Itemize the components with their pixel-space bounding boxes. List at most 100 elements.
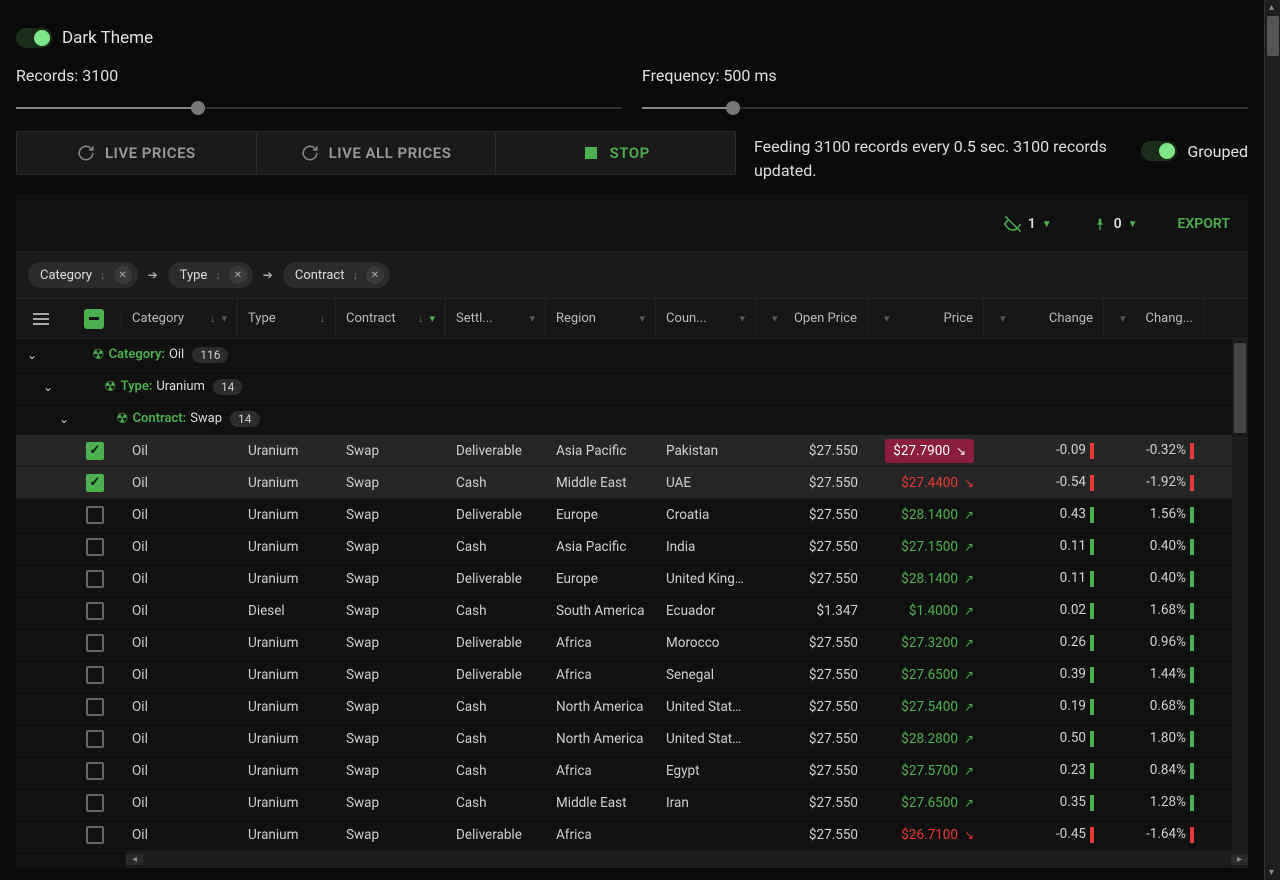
page-vertical-scrollbar[interactable]: ▴ ▾ [1264, 0, 1280, 880]
sort-icon[interactable]: ↓ [418, 312, 424, 325]
scroll-up-icon[interactable]: ▴ [1269, 2, 1274, 13]
cell-contract: Swap [336, 539, 446, 555]
scroll-right-icon[interactable]: ▸ [1231, 854, 1248, 865]
col-header-change-pct[interactable]: ▾Chang... [1104, 299, 1204, 338]
table-row[interactable]: OilUraniumSwapCashAsia PacificIndia$27.5… [16, 531, 1248, 563]
records-slider-handle[interactable] [191, 101, 205, 115]
row-checkbox[interactable] [86, 794, 104, 812]
cell-change-pct: 1.28% [1104, 794, 1204, 810]
cell-change: -0.45 [984, 826, 1104, 842]
row-checkbox[interactable] [86, 666, 104, 684]
table-row[interactable]: ✓OilUraniumSwapCashMiddle EastUAE$27.550… [16, 467, 1248, 499]
chip-label: Category [40, 268, 92, 283]
filter-icon[interactable]: ▾ [429, 312, 435, 325]
table-row[interactable]: OilUraniumSwapDeliverableAfrica$27.550$2… [16, 819, 1248, 851]
col-header-open-price[interactable]: ▾Open Price [756, 299, 868, 338]
groupby-chip-contract[interactable]: Contract ↓ ✕ [283, 262, 390, 288]
table-row[interactable]: OilUraniumSwapDeliverableEuropeUnited Ki… [16, 563, 1248, 595]
collapse-icon[interactable]: ⌄ [32, 380, 64, 394]
group-row-contract[interactable]: ⌄ ☢ Contract: Swap 14 [16, 403, 1248, 435]
col-header-change[interactable]: ▾Change [984, 299, 1104, 338]
cell-settlement: Cash [446, 763, 546, 779]
row-checkbox[interactable] [86, 730, 104, 748]
col-header-contract[interactable]: Contract↓▾ [336, 299, 446, 338]
groupby-chip-category[interactable]: Category ↓ ✕ [28, 262, 138, 288]
row-checkbox[interactable]: ✓ [86, 442, 104, 460]
sort-icon[interactable]: ↓ [100, 269, 106, 282]
hidden-columns-button[interactable]: 1 ▼ [1004, 215, 1052, 233]
radiation-icon: ☢ [92, 347, 105, 363]
live-all-prices-button[interactable]: LIVE ALL PRICES [257, 132, 497, 174]
frequency-slider[interactable] [642, 107, 1248, 109]
row-checkbox[interactable]: ✓ [86, 474, 104, 492]
table-row[interactable]: ✓OilUraniumSwapDeliverableAsia PacificPa… [16, 435, 1248, 467]
frequency-slider-handle[interactable] [726, 101, 740, 115]
col-header-price[interactable]: ▾Price [868, 299, 984, 338]
cell-type: Uranium [238, 763, 336, 779]
chip-remove-icon[interactable]: ✕ [366, 266, 384, 284]
scrollbar-thumb[interactable] [1234, 343, 1246, 433]
records-slider[interactable] [16, 107, 622, 109]
pinned-columns-button[interactable]: 0 ▼ [1092, 216, 1138, 232]
grid-action-bar: 1 ▼ 0 ▼ EXPORT [16, 193, 1248, 251]
row-checkbox[interactable] [86, 506, 104, 524]
dark-theme-toggle[interactable] [16, 28, 52, 48]
cell-change-pct: -1.64% [1104, 826, 1204, 842]
col-header-category[interactable]: Category↓▾ [122, 299, 238, 338]
filter-icon[interactable]: ▾ [739, 312, 745, 325]
scroll-left-icon[interactable]: ◂ [126, 854, 143, 865]
grid-vertical-scrollbar[interactable] [1232, 339, 1248, 851]
row-checkbox[interactable] [86, 698, 104, 716]
cell-contract: Swap [336, 571, 446, 587]
table-row[interactable]: OilUraniumSwapCashNorth AmericaUnited St… [16, 691, 1248, 723]
filter-icon[interactable]: ▾ [529, 312, 535, 325]
table-row[interactable]: OilUraniumSwapCashMiddle EastIran$27.550… [16, 787, 1248, 819]
sort-icon[interactable]: ↓ [215, 269, 221, 282]
row-checkbox[interactable] [86, 538, 104, 556]
filter-icon[interactable]: ▾ [639, 312, 645, 325]
export-button[interactable]: EXPORT [1178, 216, 1230, 232]
collapse-icon[interactable]: ⌄ [48, 412, 80, 426]
sort-icon[interactable]: ↓ [210, 312, 216, 325]
table-row[interactable]: OilUraniumSwapDeliverableAfricaMorocco$2… [16, 627, 1248, 659]
cell-country: Pakistan [656, 443, 756, 459]
groupby-chip-type[interactable]: Type ↓ ✕ [168, 262, 253, 288]
table-row[interactable]: OilUraniumSwapDeliverableAfricaSenegal$2… [16, 659, 1248, 691]
select-all-checkbox[interactable] [66, 309, 122, 329]
col-header-type[interactable]: Type↓ [238, 299, 336, 338]
grouped-label: Grouped [1187, 142, 1248, 161]
grouped-toggle[interactable] [1141, 141, 1177, 161]
grid-horizontal-scrollbar[interactable]: ◂ ▸ [126, 851, 1248, 868]
cell-open-price: $1.347 [756, 603, 868, 619]
table-row[interactable]: OilUraniumSwapDeliverableEuropeCroatia$2… [16, 499, 1248, 531]
cell-settlement: Deliverable [446, 635, 546, 651]
row-checkbox[interactable] [86, 826, 104, 844]
collapse-icon[interactable]: ⌄ [16, 348, 48, 362]
table-row[interactable]: OilDieselSwapCashSouth AmericaEcuador$1.… [16, 595, 1248, 627]
col-header-settlement[interactable]: Settl...▾ [446, 299, 546, 338]
grid-menu-button[interactable] [16, 318, 66, 320]
live-prices-button[interactable]: LIVE PRICES [17, 132, 257, 174]
cell-open-price: $27.550 [756, 699, 868, 715]
scrollbar-thumb[interactable] [1267, 16, 1279, 56]
stop-button[interactable]: STOP [496, 132, 735, 174]
row-checkbox[interactable] [86, 762, 104, 780]
group-row-type[interactable]: ⌄ ☢ Type: Uranium 14 [16, 371, 1248, 403]
cell-country: Senegal [656, 667, 756, 683]
chip-remove-icon[interactable]: ✕ [229, 266, 247, 284]
sort-icon[interactable]: ↓ [320, 312, 326, 325]
group-row-category[interactable]: ⌄ ☢ Category: Oil 116 [16, 339, 1248, 371]
row-checkbox[interactable] [86, 570, 104, 588]
table-row[interactable]: OilUraniumSwapCashNorth AmericaUnited St… [16, 723, 1248, 755]
sort-icon[interactable]: ↓ [352, 269, 358, 282]
row-checkbox[interactable] [86, 634, 104, 652]
col-header-region[interactable]: Region▾ [546, 299, 656, 338]
cell-settlement: Deliverable [446, 507, 546, 523]
cell-settlement: Deliverable [446, 827, 546, 843]
row-checkbox[interactable] [86, 602, 104, 620]
scroll-down-icon[interactable]: ▾ [1269, 867, 1274, 878]
table-row[interactable]: OilUraniumSwapCashAfricaEgypt$27.550$27.… [16, 755, 1248, 787]
filter-icon[interactable]: ▾ [221, 312, 227, 325]
col-header-country[interactable]: Coun...▾ [656, 299, 756, 338]
chip-remove-icon[interactable]: ✕ [114, 266, 132, 284]
